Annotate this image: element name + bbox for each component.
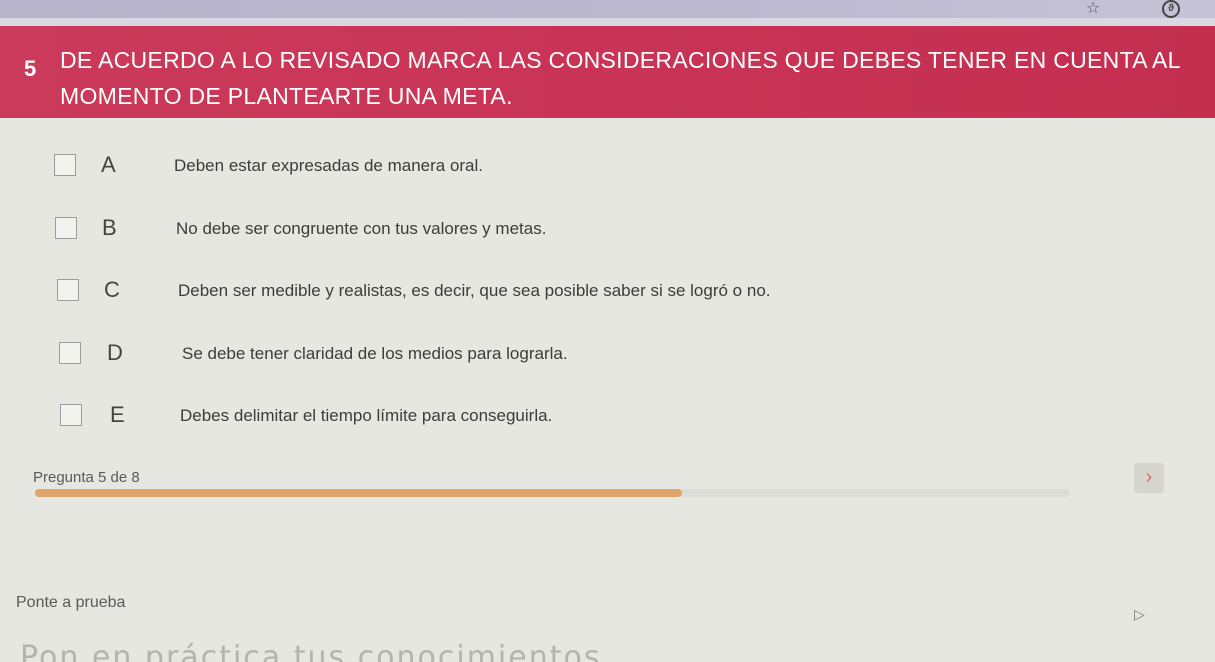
question-number: 5 [24, 56, 37, 81]
option-e[interactable]: E Debes delimitar el tiempo límite para … [0, 396, 1215, 436]
browser-toolbar: ☆ ϑ [0, 0, 1215, 26]
progress-label: Pregunta 5 de 8 [33, 469, 140, 486]
option-checkbox[interactable] [54, 154, 76, 176]
option-c[interactable]: C Deben ser medible y realistas, es deci… [0, 271, 1215, 311]
option-letter: D [107, 340, 123, 365]
option-b[interactable]: B No debe ser congruente con tus valores… [0, 209, 1215, 249]
section-subtitle: Pon en práctica tus conocimientos [20, 640, 602, 662]
question-text: DE ACUERDO A LO REVISADO MARCA LAS CONSI… [60, 47, 1180, 109]
option-text: Debes delimitar el tiempo límite para co… [180, 406, 553, 425]
star-icon[interactable]: ☆ [1082, 0, 1104, 18]
option-text: Deben estar expresadas de manera oral. [174, 156, 484, 175]
option-checkbox[interactable] [60, 404, 82, 426]
option-text: Deben ser medible y realistas, es decir,… [178, 281, 771, 300]
option-text: No debe ser congruente con tus valores y… [176, 219, 547, 238]
option-letter: A [101, 152, 116, 177]
option-a[interactable]: A Deben estar expresadas de manera oral. [0, 146, 1215, 186]
browser-divider [0, 18, 1215, 26]
option-letter: E [110, 402, 125, 427]
extension-icon[interactable]: ϑ [1162, 0, 1180, 18]
option-letter: C [104, 277, 120, 302]
section-title: Ponte a prueba [16, 594, 126, 611]
progress-bar [35, 489, 1070, 497]
option-checkbox[interactable] [57, 279, 79, 301]
cursor-icon: ▷ [1134, 606, 1145, 622]
option-letter: B [102, 215, 117, 240]
progress-fill [35, 489, 682, 497]
option-d[interactable]: D Se debe tener claridad de los medios p… [0, 334, 1215, 374]
option-checkbox[interactable] [55, 217, 77, 239]
next-button[interactable]: › [1134, 463, 1164, 493]
option-checkbox[interactable] [59, 342, 81, 364]
option-text: Se debe tener claridad de los medios par… [182, 344, 568, 363]
